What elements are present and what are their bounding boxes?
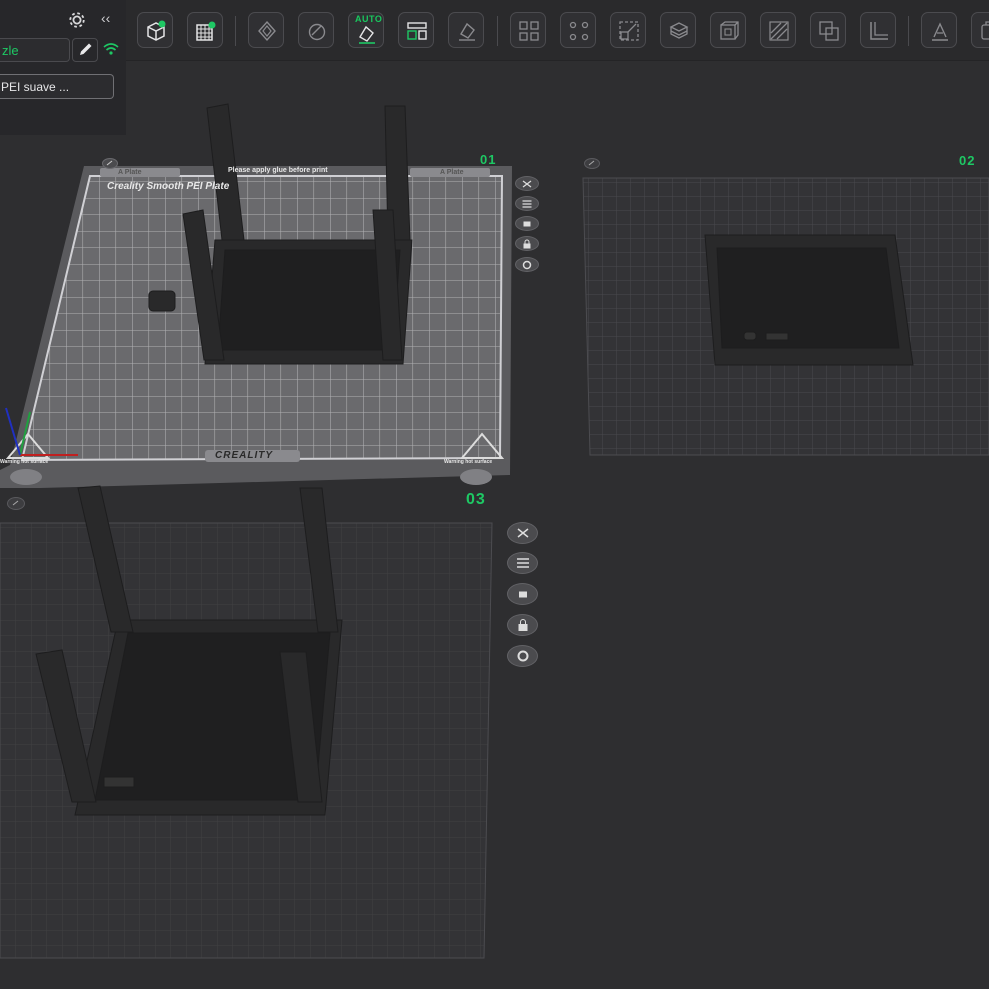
scale-icon bbox=[619, 21, 639, 41]
auto-arrange-button[interactable] bbox=[248, 12, 284, 48]
bed-tab-right: A Plate bbox=[440, 169, 464, 176]
auto-orient-button[interactable]: AUTO bbox=[348, 12, 384, 48]
3d-viewport[interactable] bbox=[0, 0, 989, 989]
cut-button[interactable] bbox=[660, 12, 696, 48]
bed-tab-left: A Plate bbox=[118, 169, 142, 176]
boolean-button[interactable] bbox=[810, 12, 846, 48]
split-objects-button[interactable] bbox=[510, 12, 546, 48]
plate-03-settings-button[interactable] bbox=[507, 645, 538, 667]
bed-warning-right: Warning hot surface bbox=[444, 459, 493, 465]
hollow-button[interactable] bbox=[710, 12, 746, 48]
add-object-button[interactable] bbox=[137, 12, 173, 48]
edit-printer-button[interactable] bbox=[72, 38, 98, 62]
plate-type-select[interactable]: PEI suave ... bbox=[0, 74, 114, 99]
plate-03-list-button[interactable] bbox=[507, 552, 538, 574]
plate-03-close-button[interactable] bbox=[507, 522, 538, 544]
measure-icon bbox=[870, 22, 888, 40]
printer-panel: ‹‹ zle PEI suave ... bbox=[0, 0, 126, 135]
plate-label-02: 02 bbox=[959, 153, 976, 168]
collapse-panel-button[interactable]: ‹‹ bbox=[101, 10, 110, 26]
plate-01-settings-button[interactable] bbox=[515, 257, 539, 272]
layout-icon bbox=[407, 22, 427, 40]
plate-03-lock-button[interactable] bbox=[507, 614, 538, 636]
emboss-icon bbox=[932, 22, 948, 41]
plate-01-list-button[interactable] bbox=[515, 196, 539, 211]
orient-icon bbox=[308, 23, 326, 41]
support-paint-icon bbox=[769, 21, 789, 41]
plate-01-lock-button[interactable] bbox=[515, 236, 539, 251]
split-objects-icon bbox=[519, 21, 539, 41]
plate-02-model[interactable] bbox=[704, 234, 914, 366]
plate-label-03: 03 bbox=[466, 491, 486, 508]
bed-title: Creality Smooth PEI Plate bbox=[107, 181, 230, 192]
grid-plus-icon bbox=[196, 21, 216, 41]
more-button[interactable] bbox=[971, 12, 989, 48]
main-toolbar: AUTO bbox=[126, 0, 989, 61]
scale-button[interactable] bbox=[610, 12, 646, 48]
layout-button[interactable] bbox=[398, 12, 434, 48]
plate-02-edit-icon[interactable] bbox=[584, 158, 600, 169]
split-parts-icon bbox=[569, 21, 589, 41]
plate-03-auto-orient-button[interactable] bbox=[507, 583, 538, 605]
plate-label-01: 01 bbox=[480, 152, 497, 167]
plate-03-edit-icon[interactable] bbox=[7, 497, 25, 510]
hollow-icon bbox=[720, 21, 739, 40]
add-plate-button[interactable] bbox=[187, 12, 223, 48]
more-icon bbox=[981, 21, 989, 40]
arrange-icon bbox=[258, 20, 276, 42]
plate-01-auto-orient-button[interactable] bbox=[515, 216, 539, 231]
cut-icon bbox=[669, 22, 689, 39]
pencil-icon bbox=[80, 43, 92, 55]
cube-plus-icon bbox=[147, 20, 166, 41]
gear-icon[interactable] bbox=[68, 11, 86, 29]
boolean-icon bbox=[819, 21, 839, 41]
wifi-icon bbox=[103, 43, 119, 55]
measure-button[interactable] bbox=[860, 12, 896, 48]
plate-01-edit-icon[interactable] bbox=[102, 158, 118, 169]
bed-brand-logo: CREALITY bbox=[215, 450, 273, 461]
split-parts-button[interactable] bbox=[560, 12, 596, 48]
lay-face-icon bbox=[459, 22, 475, 41]
emboss-button[interactable] bbox=[921, 12, 957, 48]
auto-orient-icon bbox=[359, 25, 375, 44]
nozzle-field[interactable]: zle bbox=[0, 38, 70, 62]
plate-01-close-button[interactable] bbox=[515, 176, 539, 191]
support-paint-button[interactable] bbox=[760, 12, 796, 48]
lay-on-face-button[interactable] bbox=[448, 12, 484, 48]
bed-warning-left: Warning hot surface bbox=[0, 459, 49, 465]
bed-notice: Please apply glue before print bbox=[228, 167, 328, 174]
orient-button[interactable] bbox=[298, 12, 334, 48]
